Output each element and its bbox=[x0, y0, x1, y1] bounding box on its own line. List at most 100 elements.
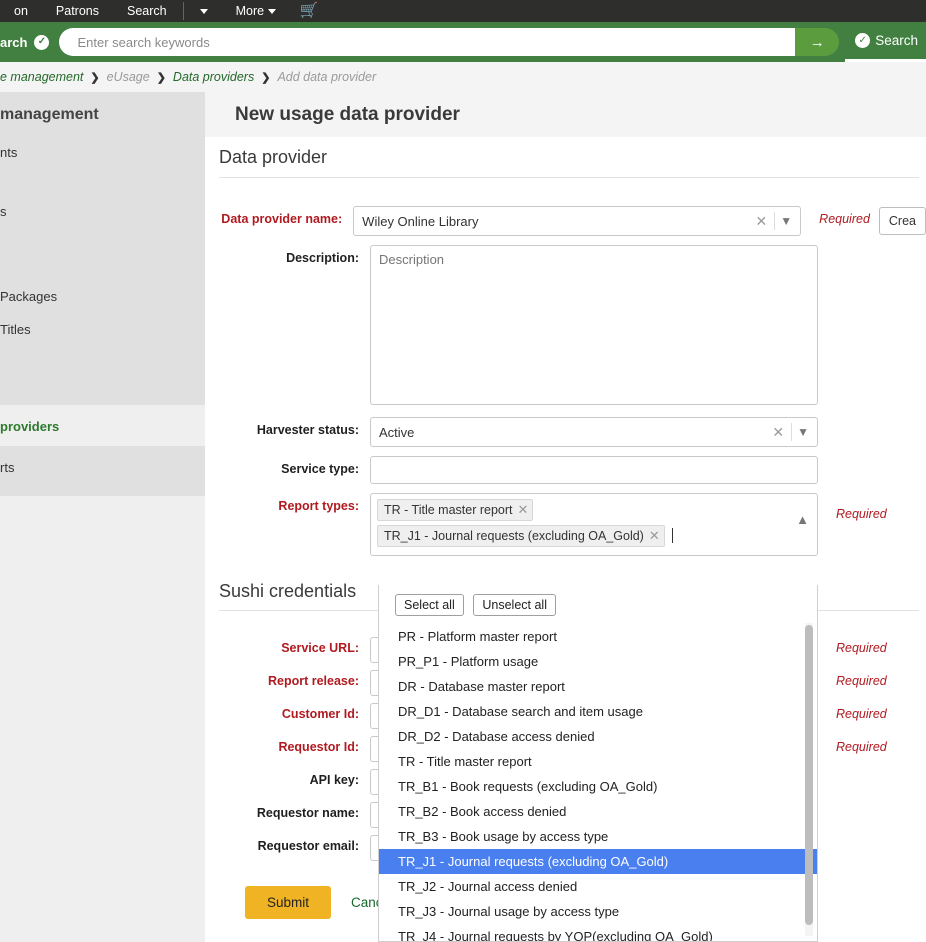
data-provider-form: Data provider name: Wiley Online Library… bbox=[205, 178, 926, 556]
divider bbox=[791, 423, 792, 441]
dropdown-option[interactable]: DR_D1 - Database search and item usage bbox=[379, 699, 817, 724]
nav-item-0[interactable]: on bbox=[0, 0, 42, 22]
control-service-type bbox=[370, 456, 818, 484]
service-type-input[interactable] bbox=[370, 456, 818, 484]
dropdown-actions: Select all Unselect all bbox=[379, 585, 817, 624]
report-types-dropdown: Select all Unselect all PR - Platform ma… bbox=[378, 585, 818, 942]
chevron-down-icon[interactable]: ▼ bbox=[794, 425, 809, 439]
control-description bbox=[370, 245, 818, 408]
shopping-cart-icon[interactable]: 🛒 bbox=[290, 0, 329, 22]
field-row-data-provider-name: Data provider name: Wiley Online Library… bbox=[205, 206, 926, 236]
field-row-report-types: Report types: TR - Title master report✕ … bbox=[205, 493, 926, 556]
search-input[interactable] bbox=[59, 29, 795, 55]
harvester-status-select[interactable]: Active ✕ ▼ bbox=[370, 417, 818, 447]
data-provider-panel: Data provider Data provider name: Wiley … bbox=[205, 137, 926, 556]
breadcrumb: e management ❯ eUsage ❯ Data providers ❯… bbox=[0, 62, 926, 92]
dropdown-option[interactable]: TR_J1 - Journal requests (excluding OA_G… bbox=[379, 849, 817, 874]
close-icon[interactable]: ✕ bbox=[751, 213, 773, 230]
dropdown-option[interactable]: PR - Platform master report bbox=[379, 624, 817, 649]
dropdown-option[interactable]: TR - Title master report bbox=[379, 749, 817, 774]
dropdown-option[interactable]: TR_B2 - Book access denied bbox=[379, 799, 817, 824]
breadcrumb-separator: ❯ bbox=[90, 71, 99, 84]
chevron-down-icon[interactable]: ▼ bbox=[777, 214, 792, 228]
create-button[interactable]: Crea bbox=[879, 207, 926, 235]
nav-item-patrons[interactable]: Patrons bbox=[42, 0, 113, 22]
sidebar-spacer bbox=[0, 228, 205, 254]
required-label-service-url: Required bbox=[836, 637, 887, 655]
harvester-status-value: Active bbox=[379, 425, 767, 440]
dropdown-option[interactable]: TR_J2 - Journal access denied bbox=[379, 874, 817, 899]
dropdown-option[interactable]: TR_B1 - Book requests (excluding OA_Gold… bbox=[379, 774, 817, 799]
nav-item-search[interactable]: Search bbox=[113, 0, 181, 22]
sidebar-item-3[interactable]: Titles bbox=[0, 313, 205, 346]
dropdown-option[interactable]: TR_J4 - Journal requests by YOP(excludin… bbox=[379, 924, 817, 942]
dropdown-option[interactable]: PR_P1 - Platform usage bbox=[379, 649, 817, 674]
control-report-types: TR - Title master report✕ TR_J1 - Journa… bbox=[370, 493, 818, 556]
submit-button[interactable]: Submit bbox=[245, 886, 331, 919]
breadcrumb-item-3: Add data provider bbox=[277, 70, 376, 84]
label-service-url: Service URL: bbox=[205, 637, 370, 655]
description-textarea[interactable] bbox=[370, 245, 818, 405]
sidebar-spacer bbox=[0, 169, 205, 195]
required-label-customer-id: Required bbox=[836, 703, 887, 721]
required-label-name: Required bbox=[819, 206, 870, 226]
control-harvester-status: Active ✕ ▼ bbox=[370, 417, 818, 447]
dropdown-scrollbar-thumb[interactable] bbox=[805, 625, 813, 925]
label-report-release: Report release: bbox=[205, 670, 370, 688]
label-data-provider-name: Data provider name: bbox=[205, 206, 353, 227]
sidebar-group-reports: rts bbox=[0, 446, 205, 496]
page-header: New usage data provider bbox=[205, 92, 926, 137]
sidebar-item-2[interactable]: Packages bbox=[0, 280, 205, 313]
close-icon[interactable]: ✕ bbox=[649, 528, 660, 544]
breadcrumb-item-0[interactable]: e management bbox=[0, 70, 83, 84]
sidebar-item-5[interactable]: rts bbox=[0, 446, 205, 484]
label-api-key: API key: bbox=[205, 769, 370, 787]
chevron-down-icon bbox=[200, 9, 208, 14]
check-circle-icon: ✓ bbox=[855, 33, 870, 48]
dropdown-option[interactable]: TR_J3 - Journal usage by access type bbox=[379, 899, 817, 924]
unselect-all-button[interactable]: Unselect all bbox=[473, 594, 556, 616]
sidebar-item-1[interactable]: s bbox=[0, 195, 205, 228]
search-submit-button[interactable]: → bbox=[795, 28, 839, 56]
tab-search[interactable]: ✓ Search bbox=[845, 22, 926, 62]
sidebar-item-0[interactable]: nts bbox=[0, 136, 205, 169]
report-types-multiselect[interactable]: TR - Title master report✕ TR_J1 - Journa… bbox=[370, 493, 818, 556]
sidebar-item-data-providers[interactable]: providers bbox=[0, 405, 205, 446]
search-bar-strip: arch ✓ → ✓ Search bbox=[0, 22, 926, 62]
dropdown-option[interactable]: TR_B3 - Book usage by access type bbox=[379, 824, 817, 849]
label-requestor-name: Requestor name: bbox=[205, 802, 370, 820]
required-label-requestor-id: Required bbox=[836, 736, 887, 754]
sidebar-spacer bbox=[0, 254, 205, 280]
search-scope-label: arch bbox=[0, 35, 27, 50]
sidebar-group-management: management nts s Packages Titles bbox=[0, 92, 205, 405]
report-type-chip: TR_J1 - Journal requests (excluding OA_G… bbox=[377, 525, 665, 547]
data-provider-name-select[interactable]: Wiley Online Library ✕ ▼ bbox=[353, 206, 801, 236]
select-all-button[interactable]: Select all bbox=[395, 594, 464, 616]
breadcrumb-item-1: eUsage bbox=[107, 70, 150, 84]
sidebar-title: management bbox=[0, 92, 205, 136]
control-data-provider-name: Wiley Online Library ✕ ▼ bbox=[353, 206, 801, 236]
field-row-description: Description: bbox=[205, 245, 926, 408]
divider bbox=[774, 212, 775, 230]
check-circle-icon: ✓ bbox=[34, 35, 49, 50]
breadcrumb-item-2[interactable]: Data providers bbox=[173, 70, 254, 84]
close-icon[interactable]: ✕ bbox=[767, 424, 789, 441]
label-requestor-id: Requestor Id: bbox=[205, 736, 370, 754]
data-provider-name-value: Wiley Online Library bbox=[362, 214, 750, 229]
label-harvester-status: Harvester status: bbox=[205, 417, 370, 438]
chevron-up-icon[interactable]: ▲ bbox=[796, 512, 809, 527]
text-cursor bbox=[672, 528, 673, 543]
breadcrumb-separator: ❯ bbox=[261, 71, 270, 84]
dropdown-option[interactable]: DR - Database master report bbox=[379, 674, 817, 699]
nav-item-more[interactable]: More bbox=[222, 0, 290, 22]
search-scope-pill[interactable]: arch ✓ bbox=[0, 29, 57, 55]
page-title: New usage data provider bbox=[235, 104, 460, 126]
label-report-types: Report types: bbox=[205, 493, 370, 514]
data-provider-heading: Data provider bbox=[219, 137, 919, 178]
search-field-wrapper bbox=[59, 28, 795, 56]
dropdown-option[interactable]: DR_D2 - Database access denied bbox=[379, 724, 817, 749]
close-icon[interactable]: ✕ bbox=[518, 502, 529, 518]
sidebar: management nts s Packages Titles provide… bbox=[0, 92, 205, 942]
nav-dropdown-toggle[interactable] bbox=[186, 0, 222, 22]
tab-search-label: Search bbox=[875, 33, 918, 48]
